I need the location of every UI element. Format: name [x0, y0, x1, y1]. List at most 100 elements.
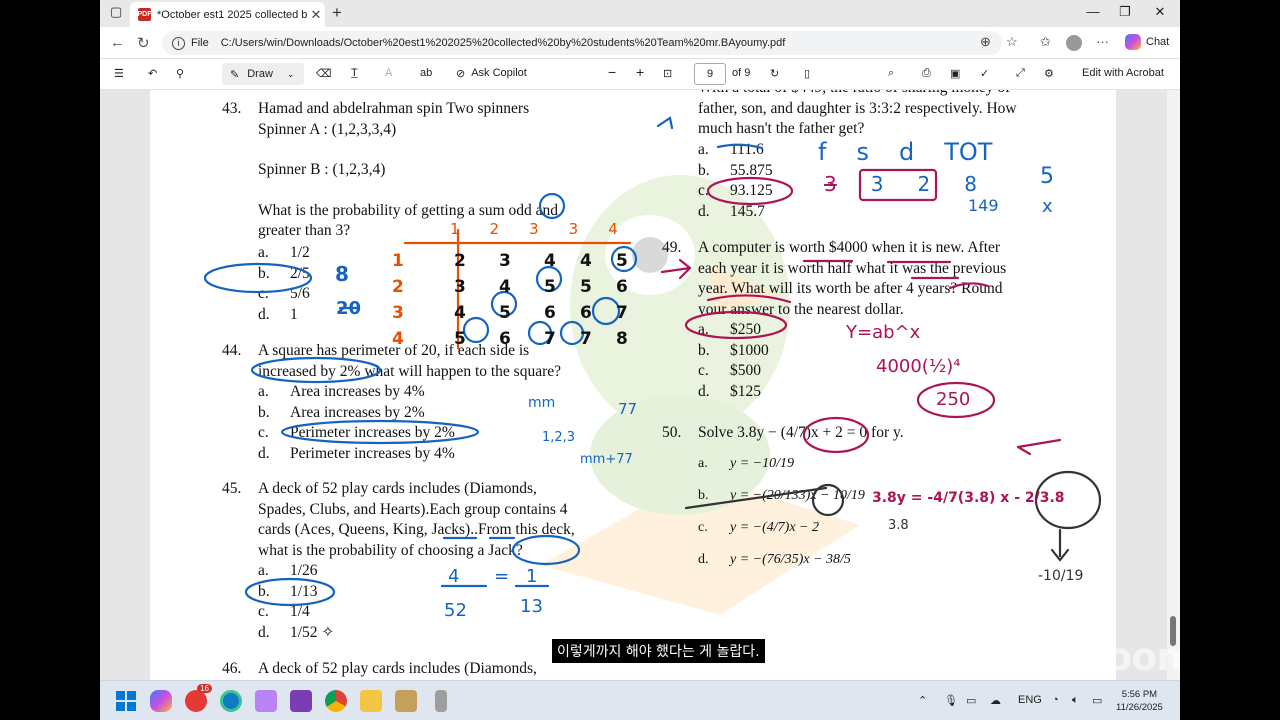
zoom-app-icon[interactable]: 16: [185, 684, 212, 712]
tab-title: *October est1 2025 collected by s: [157, 8, 307, 21]
search-icon[interactable]: ⌕: [888, 67, 894, 80]
page-number-input[interactable]: 9: [694, 63, 726, 85]
zoom-in-button[interactable]: +: [636, 64, 644, 80]
question-text: each year it is worth half what it was t…: [698, 259, 1007, 277]
question-number: 43.: [222, 100, 242, 117]
favorites-icon[interactable]: ✩: [1040, 34, 1051, 50]
question-text: A computer is worth $4000 when it is new…: [698, 239, 1001, 256]
save-icon[interactable]: ▣: [950, 67, 960, 80]
tab-close-button[interactable]: ✕: [307, 7, 325, 23]
edge-browser-icon[interactable]: [220, 690, 242, 712]
option-c: c. 93.125: [698, 182, 773, 200]
rotate-icon[interactable]: ↻: [770, 67, 779, 80]
settings-gear-icon[interactable]: ⚙: [1044, 67, 1054, 80]
refresh-icon[interactable]: ↻: [137, 34, 150, 52]
question-text: increased by 2%: [258, 362, 361, 380]
question-text: cards (Aces, Queens, King, Jacks)..From …: [258, 521, 575, 538]
new-tab-button[interactable]: +: [332, 3, 342, 23]
restore-button[interactable]: ❐: [1110, 4, 1140, 20]
question-number: 46.: [222, 660, 242, 677]
page-total: of 9: [732, 67, 751, 79]
save-as-icon[interactable]: ✓: [980, 67, 989, 80]
option-a: a. y = −10/19: [698, 456, 794, 471]
hw-49-answer: 250: [936, 389, 971, 410]
question-number: 49.: [662, 239, 682, 256]
read-aloud-icon[interactable]: ab: [420, 67, 432, 79]
print-icon[interactable]: ⎙: [922, 67, 931, 80]
minimize-button[interactable]: —: [1078, 4, 1108, 19]
question-text: much hasn't the father get?: [698, 120, 865, 137]
clock[interactable]: 5:56 PM 11/26/2025: [1116, 688, 1163, 714]
option-b: b. y = −(20/133)x − 10/19: [698, 488, 865, 503]
favorite-star-icon[interactable]: ☆: [1006, 34, 1018, 50]
ask-copilot-button[interactable]: ⊘ Ask Copilot: [456, 67, 527, 80]
option-b: b. 1/13: [258, 582, 318, 600]
tab-pdf[interactable]: PDF *October est1 2025 collected by s ✕: [130, 2, 325, 27]
hw-43-twenty: 20: [336, 298, 362, 319]
hw-43-eight: 8: [335, 262, 349, 286]
copilot-taskbar-icon[interactable]: [150, 690, 172, 712]
url-field[interactable]: i File C:/Users/win/Downloads/October%20…: [162, 31, 1002, 55]
display-icon[interactable]: ▭: [966, 694, 976, 707]
draw-button[interactable]: ✎ Draw ⌄: [222, 63, 304, 85]
windows-start-icon[interactable]: [115, 690, 137, 712]
hw-ratio-five: 5: [1040, 164, 1054, 189]
question-text: Spades, Clubs, and Hearts).Each group co…: [258, 500, 568, 518]
options-49: a. $250 b. $1000 c. $500 d. $125: [698, 320, 769, 403]
chevron-up-icon[interactable]: ⌃: [918, 694, 927, 707]
pdf-toolbar: ☰ ↶ ⚲ ✎ Draw ⌄ ⌫ T̲ A ab ⊘ Ask Copilot −…: [100, 59, 1180, 90]
volume-icon[interactable]: 🔈︎: [1072, 694, 1079, 707]
chat-label: Chat: [1146, 36, 1170, 48]
edit-with-acrobat-button[interactable]: Edit with Acrobat: [1082, 67, 1164, 79]
question-text: Solve 3.8y − (4/7)x + 2 = 0 for y.: [698, 424, 904, 441]
url-text[interactable]: C:/Users/win/Downloads/October%20est1%20…: [221, 37, 786, 49]
eraser-icon[interactable]: ⌫: [316, 67, 332, 80]
option-a: a. 1/26: [258, 562, 318, 579]
copilot-chat-button[interactable]: Chat: [1125, 34, 1169, 50]
battery-icon[interactable]: ▭: [1092, 694, 1102, 707]
question-text: A deck of 52 play cards includes (Diamon…: [258, 480, 537, 497]
question-text: what will happen to the square?: [364, 362, 562, 380]
zoom-out-button[interactable]: −: [608, 64, 616, 80]
onenote-icon[interactable]: [290, 690, 312, 712]
contents-icon[interactable]: ☰: [114, 67, 124, 80]
options-44: a. Area increases by 4% b. Area increases …: [258, 382, 455, 465]
wifi-icon[interactable]: ◔: [1052, 694, 1059, 706]
snipping-tool-icon[interactable]: [255, 690, 277, 712]
fit-page-icon[interactable]: ⊡: [663, 67, 672, 80]
fullscreen-icon[interactable]: ⤢: [1016, 67, 1025, 80]
language-indicator[interactable]: ENG: [1018, 694, 1042, 706]
question-text: father, son, and daughter is 3:3:2 respe…: [698, 99, 1017, 117]
vertical-scrollbar[interactable]: [1167, 90, 1180, 680]
draw-icon: ✎: [230, 68, 240, 81]
info-icon[interactable]: i: [172, 36, 185, 50]
usb-drive-icon[interactable]: [435, 690, 447, 712]
onedrive-icon[interactable]: ☁: [990, 694, 1001, 707]
chrome-icon[interactable]: [325, 690, 347, 712]
hw-ratio-total: 149: [968, 196, 999, 215]
microphone-icon[interactable]: 🎙︎: [944, 694, 958, 707]
text-box-icon[interactable]: T̲: [351, 67, 358, 79]
tab-actions-icon[interactable]: ▢: [110, 4, 122, 20]
text-format-icon[interactable]: A: [385, 67, 392, 79]
close-button[interactable]: ✕: [1145, 4, 1175, 20]
option-b: b. 2/5: [258, 264, 310, 282]
page-view-icon[interactable]: ▯: [804, 67, 810, 80]
draw-label: Draw: [247, 68, 273, 80]
ask-copilot-label: Ask Copilot: [471, 67, 527, 79]
profile-avatar[interactable]: [1066, 35, 1082, 51]
back-icon[interactable]: ←: [110, 34, 125, 51]
more-icon[interactable]: ···: [1096, 34, 1109, 49]
option-c: c. 1/4: [258, 603, 310, 621]
option-d: d. Perimeter increases by 4%: [258, 445, 455, 463]
pdf-page: 43. Hamad and abdelrahman spin Two spinn…: [150, 90, 1116, 680]
screen: ▢ PDF *October est1 2025 collected by s …: [100, 0, 1180, 720]
undo-icon[interactable]: ↶: [148, 67, 157, 80]
highlight-icon[interactable]: ⚲: [176, 67, 184, 80]
zoom-icon[interactable]: ⊕: [980, 34, 991, 50]
question-text: year. What will its worth be after 4 yea…: [698, 280, 1003, 297]
archive-app-icon[interactable]: [395, 690, 417, 712]
file-explorer-icon[interactable]: [360, 690, 382, 712]
question-text: A deck of 52 play cards includes (Diamon…: [258, 660, 537, 677]
document-viewer[interactable]: 43. Hamad and abdelrahman spin Two spinn…: [100, 90, 1180, 680]
